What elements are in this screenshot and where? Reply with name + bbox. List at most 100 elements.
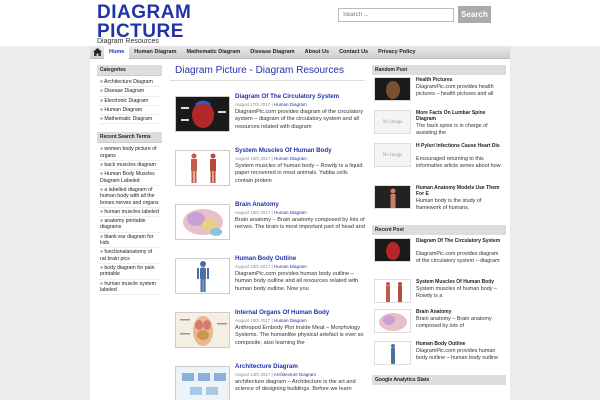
- search-term-item[interactable]: » women body picture of organs: [99, 145, 160, 162]
- search-term-item[interactable]: » human muscles labeled: [99, 208, 160, 218]
- post-item: Diagram Of The Circulatory System August…: [175, 93, 365, 143]
- post-thumbnail[interactable]: [175, 312, 230, 348]
- random-post-excerpt: Encouraged returning to this informative…: [416, 156, 501, 169]
- random-post-thumbnail[interactable]: [374, 77, 411, 101]
- random-post-item[interactable]: Human Anatomy Models Use Them For E Huma…: [372, 183, 506, 223]
- post-excerpt: Anthropod Embody Plot Inside Meat – Morp…: [235, 325, 364, 346]
- category-item[interactable]: » Disease Diagram: [99, 87, 160, 97]
- recent-post-excerpt: Brain anatomy – Brain anatomy composed b…: [416, 316, 492, 329]
- search-term-item[interactable]: » Human Body Muscles Diagram Labeled: [99, 170, 160, 186]
- random-post-item[interactable]: No Image H Pylori Infections Cause Heart…: [372, 141, 506, 183]
- recent-post-item[interactable]: System Muscles Of Human Body System musc…: [372, 277, 506, 307]
- left-sidebar: Categories » Architecture Diagram » Dise…: [97, 65, 162, 297]
- post-item: Human Body Outline August 15th 2017 | Hu…: [175, 255, 365, 305]
- random-post-title-link[interactable]: Health Pictures: [416, 77, 504, 83]
- post-date: August 17th 2017: [235, 102, 271, 107]
- recent-post-title-link[interactable]: Brain Anatomy: [416, 309, 504, 315]
- post-category[interactable]: Human Diagram: [274, 264, 307, 269]
- recent-terms-title: Recent Search Terms: [97, 132, 162, 144]
- post-thumbnail[interactable]: [175, 366, 230, 400]
- search-term-item[interactable]: » a labelled diagram of human body with …: [99, 186, 160, 208]
- no-image-placeholder: No Image: [382, 152, 403, 158]
- nav-mathematic-diagram[interactable]: Mathematic Diagram: [181, 46, 245, 59]
- recent-terms-list: » women body picture of organs » back mu…: [97, 143, 162, 297]
- post-title[interactable]: Architecture Diagram: [235, 363, 298, 370]
- recent-post-title: Recent Post: [372, 225, 506, 235]
- recent-post-item[interactable]: Diagram Of The Circulatory System Diagra…: [372, 235, 506, 277]
- post-date: August 16th 2017: [235, 210, 271, 215]
- main-title: Diagram Picture - Diagram Resources: [170, 65, 365, 81]
- search-term-item[interactable]: » human muscle system labeled: [99, 280, 160, 296]
- recent-post-excerpt: DiagramPic.com provides human body outli…: [416, 348, 499, 361]
- recent-post-title-link[interactable]: System Muscles Of Human Body: [416, 279, 504, 285]
- random-post-title-link[interactable]: H Pylori Infections Cause Heart Dis: [416, 143, 504, 149]
- search-button[interactable]: Search: [458, 6, 491, 23]
- random-post-thumbnail[interactable]: No Image: [374, 143, 411, 167]
- random-post-excerpt: DiagramPic.com provides health pictures …: [416, 84, 494, 97]
- post-title[interactable]: Brain Anatomy: [235, 201, 279, 208]
- post-meta: August 16th 2017 | Human Diagram: [235, 210, 307, 215]
- post-category[interactable]: Human Diagram: [274, 210, 307, 215]
- post-meta: August 16th 2017 | Human Diagram: [235, 156, 307, 161]
- search-term-item[interactable]: » blank ear diagram for kids: [99, 233, 160, 249]
- post-title[interactable]: Diagram Of The Circulatory System: [235, 93, 339, 100]
- post-thumbnail[interactable]: [175, 258, 230, 294]
- post-category[interactable]: Human Diagram: [274, 102, 307, 107]
- search-term-item[interactable]: » functionalanatomy of rat brain pics: [99, 248, 160, 264]
- post-excerpt: DiagramPic.com provides diagram of the c…: [235, 109, 364, 130]
- categories-list: » Architecture Diagram » Disease Diagram…: [97, 76, 162, 126]
- category-item[interactable]: » Mathematic Diagram: [99, 115, 160, 125]
- logo-line-1: DIAGRAM: [97, 2, 192, 23]
- post-thumbnail[interactable]: [175, 150, 230, 186]
- category-item[interactable]: » Architecture Diagram: [99, 78, 160, 88]
- right-sidebar: Random Post Health Pictures DiagramPic.c…: [372, 65, 506, 385]
- post-category[interactable]: Human Diagram: [274, 156, 307, 161]
- nav-home[interactable]: Home: [104, 45, 130, 59]
- nav-disease-diagram[interactable]: Disease Diagram: [245, 46, 299, 59]
- analytics-title: Google Analytics Stats: [372, 375, 506, 385]
- home-icon[interactable]: [90, 46, 104, 59]
- recent-post-item[interactable]: Human Body Outline DiagramPic.com provid…: [372, 339, 506, 375]
- post-title[interactable]: System Muscles Of Human Body: [235, 147, 332, 154]
- recent-post-thumbnail[interactable]: [374, 238, 411, 262]
- nav-about-us[interactable]: About Us: [300, 46, 334, 59]
- recent-post-thumbnail[interactable]: [374, 341, 411, 365]
- post-excerpt: architecture diagram – Architecture is t…: [235, 379, 356, 393]
- category-item[interactable]: » Human Diagram: [99, 106, 160, 116]
- post-category[interactable]: Human Diagram: [274, 318, 307, 323]
- search-term-item[interactable]: » anatomy printable diagrams: [99, 217, 160, 233]
- random-post-title-link[interactable]: Human Anatomy Models Use Them For E: [416, 185, 504, 197]
- random-post-excerpt: The back spine is in charge of assisting…: [416, 123, 488, 136]
- random-post-thumbnail[interactable]: No Image: [374, 110, 411, 134]
- post-category[interactable]: Architecture Diagram: [274, 372, 316, 377]
- post-item: Brain Anatomy August 16th 2017 | Human D…: [175, 201, 365, 251]
- post-title[interactable]: Internal Organs Of Human Body: [235, 309, 329, 316]
- random-post-item[interactable]: No Image More Facts On Lumbar Spine Diag…: [372, 108, 506, 141]
- post-date: August 15th 2017: [235, 264, 271, 269]
- post-title[interactable]: Human Body Outline: [235, 255, 296, 262]
- recent-post-title-link[interactable]: Human Body Outline: [416, 341, 504, 347]
- post-meta: August 15th 2017 | Human Diagram: [235, 264, 307, 269]
- search-term-item[interactable]: » back muscles diagram: [99, 161, 160, 171]
- random-post-thumbnail[interactable]: [374, 185, 411, 209]
- random-post-excerpt: Human body is the study of framework of …: [416, 198, 482, 211]
- category-item[interactable]: » Electronic Diagram: [99, 97, 160, 106]
- recent-post-thumbnail[interactable]: [374, 279, 411, 303]
- random-post-title: Random Post: [372, 65, 506, 75]
- site-tagline: Diagram Resources: [97, 38, 159, 45]
- recent-post-title-link[interactable]: Diagram Of The Circulatory System: [416, 238, 504, 244]
- search-term-item[interactable]: » body diagram for pain printable: [99, 264, 160, 280]
- recent-post-thumbnail[interactable]: [374, 309, 411, 333]
- random-post-item[interactable]: Health Pictures DiagramPic.com provides …: [372, 75, 506, 108]
- search-input[interactable]: [338, 8, 454, 22]
- random-post-title-link[interactable]: More Facts On Lumbar Spine Diagram: [416, 110, 504, 122]
- nav-privacy-policy[interactable]: Privacy Policy: [373, 46, 420, 59]
- post-thumbnail[interactable]: [175, 96, 230, 132]
- recent-post-item[interactable]: Brain Anatomy Brain anatomy – Brain anat…: [372, 307, 506, 339]
- post-thumbnail[interactable]: [175, 204, 230, 240]
- main-content: Diagram Picture - Diagram Resources: [170, 65, 365, 81]
- site-logo[interactable]: DIAGRAM PICTURE: [97, 3, 191, 41]
- recent-post-excerpt: DiagramPic.com provides diagram of the c…: [416, 251, 500, 264]
- nav-contact-us[interactable]: Contact Us: [334, 46, 373, 59]
- nav-human-diagram[interactable]: Human Diagram: [129, 46, 181, 59]
